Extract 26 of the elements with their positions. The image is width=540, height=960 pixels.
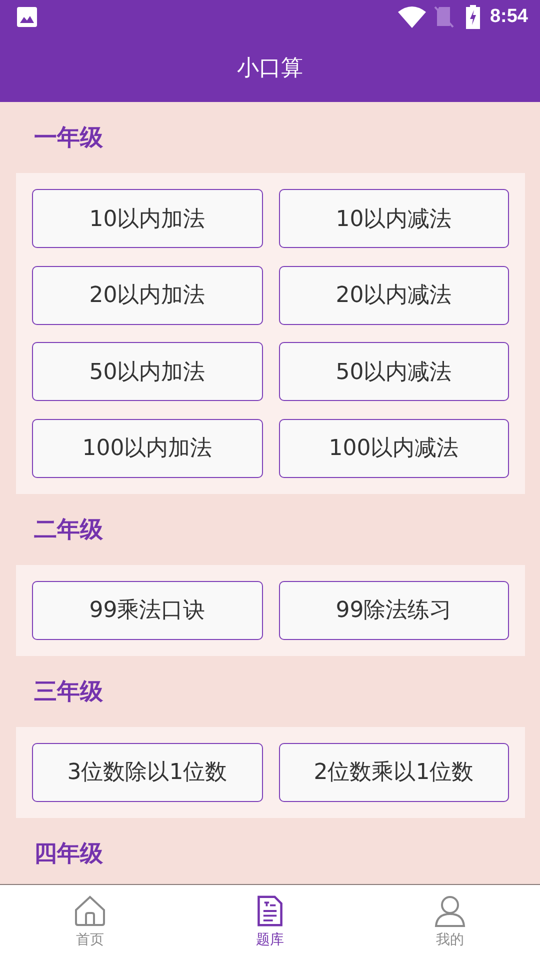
no-sim-icon [434,6,454,28]
battery-icon [466,5,480,29]
exercise-button[interactable]: 2位数乘以1位数 [278,742,509,802]
exercise-button[interactable]: 100以内减法 [278,418,509,478]
grade-heading: 四年级 [34,840,103,868]
exercise-button[interactable]: 50以内减法 [278,342,509,401]
exercise-button[interactable]: 20以内加法 [32,266,262,324]
image-icon [17,7,37,27]
grade-heading: 一年级 [34,124,103,153]
person-icon [434,895,466,927]
nav-tab[interactable]: 题库 [180,885,360,960]
exercise-button[interactable]: 20以内减法 [278,266,509,324]
app-title: 小口算 [237,55,303,83]
exercise-button[interactable]: 99乘法口诀 [32,580,262,640]
exercise-button[interactable]: 10以内加法 [32,189,262,248]
document-icon [256,895,284,927]
exercise-button[interactable]: 100以内加法 [32,418,262,478]
grade-heading: 三年级 [34,678,103,706]
exercise-button[interactable]: 3位数除以1位数 [32,742,262,802]
home-icon [74,895,106,927]
grade-heading: 二年级 [34,516,103,544]
exercise-button[interactable]: 50以内加法 [32,342,262,401]
wifi-icon [398,6,426,28]
status-time: 8:54 [490,6,528,28]
exercise-button[interactable]: 99除法练习 [278,580,509,640]
exercise-button[interactable]: 10以内减法 [278,189,509,248]
